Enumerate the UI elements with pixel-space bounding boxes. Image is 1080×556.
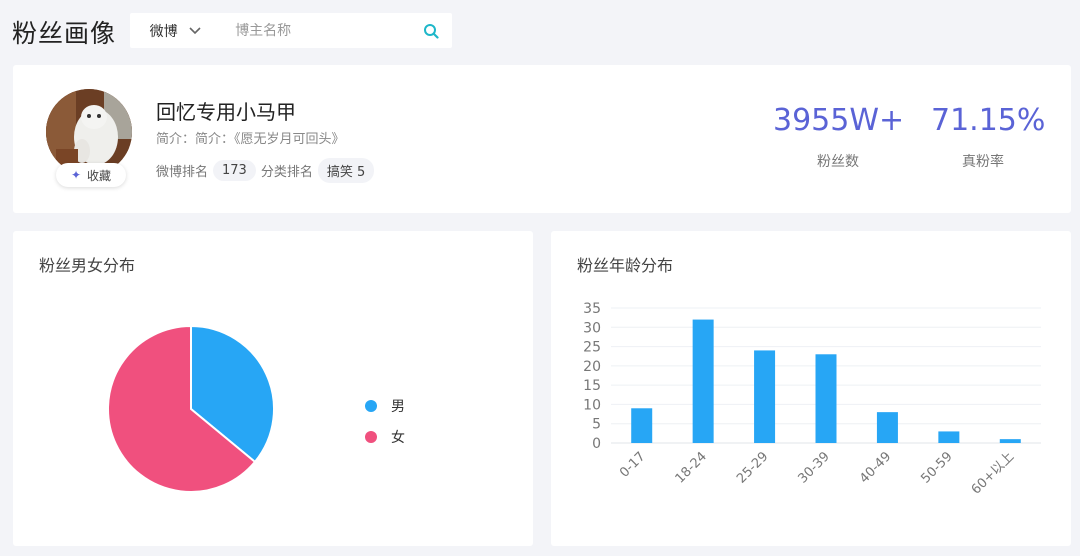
weibo-rank-value: 173 bbox=[213, 160, 256, 181]
x-tick-label: 25-29 bbox=[734, 449, 771, 486]
gender-panel: 粉丝男女分布 男 女 bbox=[13, 231, 533, 546]
bar-60+以上[interactable] bbox=[999, 439, 1021, 443]
bar-18-24[interactable] bbox=[692, 319, 714, 443]
chevron-down-icon bbox=[188, 24, 202, 38]
platform-select-value: 微博 bbox=[149, 23, 178, 40]
y-tick-label: 0 bbox=[592, 436, 601, 452]
stat-real-fan-rate: 71.15% 真粉率 bbox=[931, 103, 1046, 171]
x-tick-label: 0-17 bbox=[617, 449, 648, 480]
age-bar-chart: 0 5 10 15 20 25 30 35 0-17 18-24 25-29 30-39 40-49 50… bbox=[583, 301, 1041, 498]
y-tick-label: 5 bbox=[592, 417, 601, 433]
plus-icon: ✦ bbox=[70, 168, 82, 182]
x-tick-label: 30-39 bbox=[796, 449, 833, 486]
bar-25-29[interactable] bbox=[754, 350, 776, 443]
rank-row: 微博排名 173 分类排名 搞笑 5 bbox=[156, 158, 379, 183]
y-tick-label: 25 bbox=[583, 340, 601, 356]
legend-item-male[interactable]: 男 bbox=[365, 396, 405, 416]
weibo-rank-label: 微博排名 bbox=[156, 165, 209, 180]
followers-value: 3955W+ bbox=[773, 103, 905, 138]
legend-label-male: 男 bbox=[391, 399, 405, 415]
blogger-intro: 简介：简介：《愿无岁月可回头》 bbox=[156, 132, 345, 147]
bar-0-17[interactable] bbox=[631, 408, 653, 443]
y-tick-label: 35 bbox=[583, 301, 601, 317]
y-tick-label: 30 bbox=[583, 320, 601, 336]
x-tick-label: 18-24 bbox=[673, 449, 710, 486]
x-tick-label: 60+以上 bbox=[969, 449, 1017, 497]
search-icon bbox=[423, 23, 439, 39]
profile-card: ✦ 收藏 回忆专用小马甲 简介：简介：《愿无岁月可回头》 微博排名 173 分类… bbox=[13, 65, 1071, 213]
followers-label: 粉丝数 bbox=[817, 154, 859, 170]
real-fan-rate-label: 真粉率 bbox=[962, 154, 1004, 170]
search-bar: 微博 bbox=[130, 13, 452, 48]
bar-40-49[interactable] bbox=[876, 412, 898, 443]
favorite-button[interactable]: ✦ 收藏 bbox=[56, 163, 126, 187]
bar-30-39[interactable] bbox=[815, 354, 837, 443]
y-tick-label: 10 bbox=[583, 397, 601, 413]
bar-50-59[interactable] bbox=[938, 431, 960, 443]
y-tick-label: 20 bbox=[583, 359, 601, 375]
age-panel: 粉丝年龄分布 0 5 10 15 20 25 30 35 0-17 18-24 25-29 30-39… bbox=[551, 231, 1071, 546]
platform-select[interactable]: 微博 bbox=[130, 13, 221, 48]
legend-dot-female bbox=[365, 431, 377, 443]
legend-item-female[interactable]: 女 bbox=[365, 427, 405, 447]
gender-pie-chart bbox=[107, 324, 275, 493]
search-input[interactable] bbox=[221, 13, 410, 48]
search-button[interactable] bbox=[409, 13, 452, 48]
x-tick-label: 50-59 bbox=[918, 449, 955, 486]
category-rank-value: 搞笑 5 bbox=[317, 158, 375, 183]
y-tick-label: 15 bbox=[583, 378, 601, 394]
blogger-name: 回忆专用小马甲 bbox=[156, 100, 296, 124]
legend-label-female: 女 bbox=[391, 430, 405, 446]
stat-followers: 3955W+ 粉丝数 bbox=[773, 103, 905, 171]
category-rank-label: 分类排名 bbox=[260, 165, 313, 180]
real-fan-rate-value: 71.15% bbox=[931, 103, 1046, 138]
legend-dot-male bbox=[365, 400, 377, 412]
page-title: 粉丝画像 bbox=[12, 19, 117, 48]
x-tick-label: 40-49 bbox=[857, 449, 894, 486]
favorite-label: 收藏 bbox=[87, 168, 112, 183]
